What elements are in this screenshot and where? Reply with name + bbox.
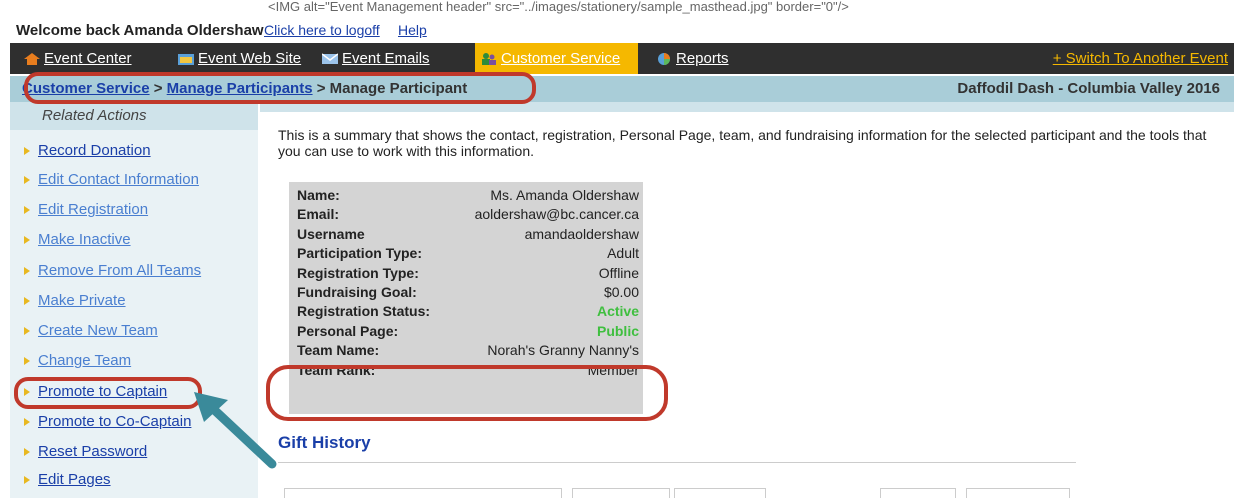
sidebar-item-make-inactive[interactable]: Make Inactive [24,231,131,248]
summary-row-registration-status: Registration Status: Active [297,303,643,322]
help-link[interactable]: Help [398,22,427,38]
gift-history-header-cell [572,488,670,498]
breadcrumb-highlight-ring [24,72,536,104]
summary-value: Norah's Granny Nanny's [487,342,639,359]
summary-value: Offline [598,264,639,281]
gift-history-header-cell [880,488,956,498]
nav-label: Customer Service [501,50,621,67]
sidebar-item-promote-to-co-captain[interactable]: Promote to Co-Captain [24,413,191,430]
summary-value: Adult [607,245,639,262]
summary-key: Registration Type: [297,264,419,281]
broken-image-alt-text: <IMG alt="Event Management header" src="… [268,0,849,14]
sidebar-item-label: Create New Team [38,322,158,339]
summary-key: Username [297,225,365,242]
status-badge: Public [596,322,639,339]
summary-value: aoldershaw@bc.cancer.ca [474,206,639,223]
bullet-arrow-icon [24,297,30,306]
sidebar-item-label: Make Inactive [38,231,131,248]
reports-icon [658,53,670,66]
bullet-arrow-icon [24,476,30,485]
main-nav-bar: Event Center Event Web Site Event Emails… [10,43,1234,74]
nav-customer-service[interactable]: Customer Service [475,43,638,74]
sidebar-item-edit-registration[interactable]: Edit Registration [24,201,148,218]
sidebar-item-create-new-team[interactable]: Create New Team [24,322,158,339]
summary-key: Name: [297,187,340,203]
bullet-arrow-icon [24,176,30,185]
summary-key: Personal Page: [297,322,399,339]
summary-value: $0.00 [603,283,639,300]
nav-label: Reports [676,50,729,67]
bullet-arrow-icon [24,267,30,276]
summary-row-name: Name: Ms. Amanda Oldershaw [297,187,643,206]
sidebar-item-edit-pages[interactable]: Edit Pages [24,471,111,488]
summary-key: Fundraising Goal: [297,283,417,300]
sidebar-item-label: Edit Registration [38,201,149,218]
gift-history-header-cell [674,488,766,498]
gift-history-divider [278,462,1076,463]
email-icon [322,53,338,65]
summary-row-fundraising-goal: Fundraising Goal: $0.00 [297,284,643,303]
bullet-arrow-icon [24,448,30,457]
nav-label: Event Web Site [198,50,302,67]
logoff-link[interactable]: Click here to logoff [264,22,380,38]
team-info-highlight-ring [266,365,668,421]
summary-row-registration-type: Registration Type: Offline [297,265,643,284]
status-badge: Active [596,303,639,320]
switch-event-link[interactable]: + Switch To Another Event [1053,43,1228,74]
sidebar-item-label: Remove From All Teams [38,262,202,279]
welcome-message: Welcome back Amanda Oldershaw [16,22,264,39]
sidebar-item-label: Edit Contact Information [38,171,199,188]
sidebar-item-label: Reset Password [38,443,148,460]
bullet-arrow-icon [24,327,30,336]
intro-text: This is a summary that shows the contact… [278,127,1207,159]
summary-key: Email: [297,206,340,223]
nav-label: Event Emails [342,50,430,67]
sidebar-item-label: Make Private [38,292,126,309]
nav-event-web-site[interactable]: Event Web Site [172,43,301,74]
promote-captain-highlight-ring [14,377,202,409]
event-name: Daffodil Dash - Columbia Valley 2016 [957,80,1220,97]
top-header: <IMG alt="Event Management header" src="… [0,0,1245,40]
sidebar-item-label: Record Donation [38,142,151,159]
summary-row-personal-page: Personal Page: Public [297,323,643,342]
summary-row-participation-type: Participation Type: Adult [297,245,643,264]
sidebar-item-reset-password[interactable]: Reset Password [24,443,147,460]
sidebar-item-label: Promote to Co-Captain [38,413,192,430]
summary-row-email: Email: aoldershaw@bc.cancer.ca [297,206,643,225]
nav-reports[interactable]: Reports [650,43,729,74]
sidebar-item-label: Edit Pages [38,471,111,488]
pointer-arrow-icon [194,392,277,469]
summary-row-username: Username amandaoldershaw [297,226,643,245]
gift-history-header-cell [966,488,1070,498]
nav-event-emails[interactable]: Event Emails [316,43,430,74]
sidebar-item-make-private[interactable]: Make Private [24,292,126,309]
summary-value: Ms. Amanda Oldershaw [490,187,639,203]
gift-history-header-cell [284,488,562,498]
summary-key: Participation Type: [297,245,422,262]
nav-event-center[interactable]: Event Center [18,43,132,74]
sidebar-item-change-team[interactable]: Change Team [24,352,131,369]
website-icon [178,54,194,66]
bullet-arrow-icon [24,236,30,245]
gift-history-title: Gift History [278,433,371,452]
sidebar-item-edit-contact-information[interactable]: Edit Contact Information [24,171,199,188]
sidebar-item-label: Change Team [38,352,132,369]
summary-row-team-name: Team Name: Norah's Granny Nanny's [297,342,643,361]
bullet-arrow-icon [24,147,30,156]
sidebar-item-remove-from-all-teams[interactable]: Remove From All Teams [24,262,201,279]
bullet-arrow-icon [24,418,30,427]
bullet-arrow-icon [24,357,30,366]
summary-key: Registration Status: [297,303,431,320]
nav-label: Event Center [44,50,132,67]
summary-key: Team Name: [297,342,380,359]
sidebar-title: Related Actions [10,102,258,130]
summary-value: amandaoldershaw [524,225,639,242]
home-icon [24,53,40,66]
bullet-arrow-icon [24,206,30,215]
sidebar-item-record-donation[interactable]: Record Donation [24,142,151,159]
people-icon [482,53,496,66]
